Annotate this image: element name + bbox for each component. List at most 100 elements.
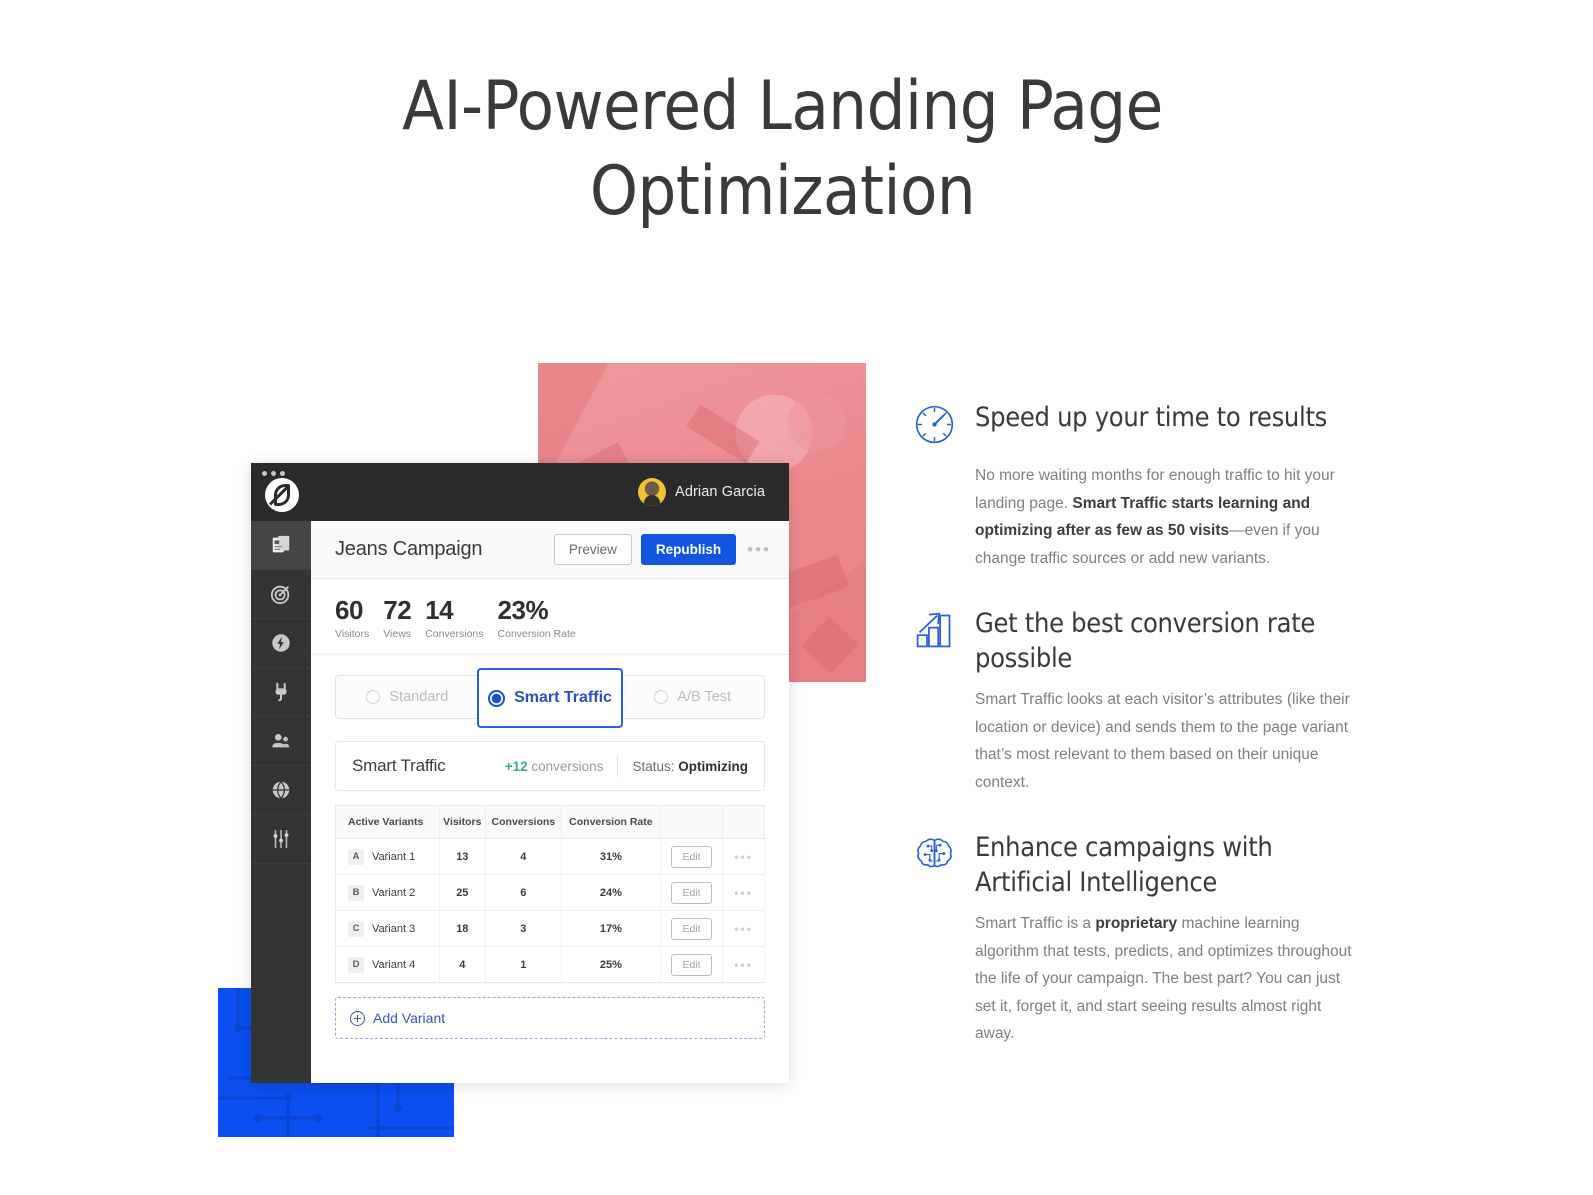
edit-button[interactable]: Edit: [671, 881, 712, 904]
unbounce-logo-icon: [265, 478, 299, 512]
app-body: Jeans Campaign Preview Republish ••• 60 …: [251, 521, 789, 1083]
table-row[interactable]: D Variant 4 4 1 25% Edit •••: [335, 946, 765, 983]
user-name: Adrian Garcia: [675, 484, 765, 500]
edit-cell: Edit: [660, 946, 723, 983]
conversions-cell: 3: [485, 910, 562, 947]
row-more-menu-icon[interactable]: •••: [734, 886, 753, 900]
visitors-cell: 13: [439, 838, 486, 875]
add-variant-label: Add Variant: [373, 1010, 446, 1026]
stat-label: Conversions: [425, 628, 484, 640]
radio-icon: [654, 690, 669, 704]
row-more-menu-icon[interactable]: •••: [734, 922, 753, 936]
mode-option-smart-traffic[interactable]: Smart Traffic: [476, 668, 624, 728]
conversions-delta: +12 conversions: [505, 759, 604, 774]
status-label: Status:: [632, 758, 675, 774]
visitors-cell: 18: [439, 910, 486, 947]
page-title: AI-Powered Landing Page Optimization: [0, 64, 1565, 234]
edit-button[interactable]: Edit: [671, 917, 712, 940]
campaign-more-menu-icon[interactable]: •••: [747, 540, 771, 560]
sidebar-item-domains[interactable]: [251, 766, 311, 815]
app-topbar: Adrian Garcia: [251, 463, 789, 521]
variant-badge: D: [348, 956, 364, 973]
feature-head: Speed up your time to results: [912, 400, 1362, 452]
feature-body-part-2: machine learning algorithm that tests, p…: [975, 915, 1352, 1042]
feature-body: Smart Traffic looks at each visitor’s at…: [975, 686, 1362, 796]
pages-icon: [272, 535, 290, 553]
feature-speed: Speed up your time to results No more wa…: [912, 400, 1362, 572]
mode-option-standard[interactable]: Standard: [336, 676, 479, 718]
feature-artificial-intelligence: Enhance campaigns with Artificial Intell…: [912, 830, 1362, 1048]
row-more-menu-icon[interactable]: •••: [734, 850, 753, 864]
mode-row: Standard Smart Traffic A/B Test: [311, 655, 789, 728]
stat-label: Conversion Rate: [497, 628, 576, 640]
conversions-cell: 1: [485, 946, 562, 983]
edit-button[interactable]: Edit: [671, 953, 712, 976]
conversions-cell: 4: [485, 838, 562, 875]
edit-button[interactable]: Edit: [671, 845, 712, 868]
page-title-line-1: AI-Powered Landing Page: [402, 67, 1163, 146]
feature-body: No more waiting months for enough traffi…: [975, 462, 1362, 572]
feature-body: Smart Traffic is a proprietary machine l…: [975, 910, 1362, 1048]
feature-title: Speed up your time to results: [975, 402, 1328, 433]
edit-cell: Edit: [660, 874, 723, 911]
users-icon: [272, 734, 290, 748]
features-list: Speed up your time to results No more wa…: [912, 400, 1362, 1082]
window-dots-icon: [262, 471, 285, 476]
smart-traffic-status-bar: Smart Traffic +12 conversions Status: Op…: [335, 741, 765, 791]
divider: [617, 755, 619, 777]
feature-head: Get the best conversion rate possible: [912, 606, 1362, 676]
variant-badge: B: [348, 884, 364, 901]
variants-table: Active Variants Visitors Conversions Con…: [335, 805, 765, 983]
column-conversion-rate: Conversion Rate: [561, 805, 662, 839]
sidebar-item-goals[interactable]: [251, 570, 311, 619]
sidebar-item-users[interactable]: [251, 717, 311, 766]
smart-traffic-name: Smart Traffic: [352, 756, 446, 775]
stat-value: 60: [335, 595, 363, 625]
feature-head: Enhance campaigns with Artificial Intell…: [912, 830, 1362, 900]
mode-option-ab-test[interactable]: A/B Test: [621, 676, 764, 718]
variant-cell: B Variant 2: [335, 874, 440, 911]
preview-button[interactable]: Preview: [553, 534, 632, 565]
stat-value: 72: [383, 595, 412, 625]
conversions-delta-value: +12: [504, 758, 528, 774]
target-icon: [270, 585, 290, 605]
rate-cell: 25%: [561, 946, 662, 983]
campaign-header: Jeans Campaign Preview Republish •••: [311, 521, 789, 579]
optimization-mode-group: Standard Smart Traffic A/B Test: [335, 668, 765, 728]
republish-button[interactable]: Republish: [640, 534, 737, 565]
column-more: [722, 805, 765, 839]
bolt-icon: [272, 634, 290, 652]
variant-badge: C: [348, 920, 364, 937]
variant-name: Variant 4: [372, 958, 416, 971]
row-more-menu-icon[interactable]: •••: [734, 958, 753, 972]
visitors-cell: 4: [439, 946, 486, 983]
variant-cell: A Variant 1: [335, 838, 440, 875]
variant-badge: A: [348, 848, 364, 865]
status-badge: Optimizing: [678, 758, 748, 774]
sidebar-item-pages[interactable]: [251, 521, 311, 570]
table-row[interactable]: C Variant 3 18 3 17% Edit •••: [335, 910, 765, 947]
user-chip[interactable]: Adrian Garcia: [638, 478, 765, 506]
feature-title: Get the best conversion rate possible: [975, 608, 1316, 674]
variant-name: Variant 3: [372, 922, 416, 935]
radio-selected-icon: [488, 689, 506, 707]
conversions-word: conversions: [531, 758, 604, 774]
column-edit: [660, 805, 723, 839]
mode-option-label: A/B Test: [677, 689, 732, 705]
page-root: AI-Powered Landing Page Optimization Adr…: [0, 0, 1593, 1195]
stat-views: 72 Views: [383, 595, 411, 640]
sidebar-item-speed[interactable]: [251, 619, 311, 668]
table-row[interactable]: A Variant 1 13 4 31% Edit •••: [335, 838, 765, 875]
more-cell: •••: [722, 874, 765, 911]
add-variant-button[interactable]: Add Variant: [335, 997, 765, 1039]
plus-circle-icon: [350, 1010, 365, 1026]
variant-cell: C Variant 3: [335, 910, 440, 947]
column-conversions: Conversions: [485, 805, 562, 839]
sidebar-item-integrations[interactable]: [251, 668, 311, 717]
variant-name: Variant 1: [372, 850, 416, 863]
table-row[interactable]: B Variant 2 25 6 24% Edit •••: [335, 874, 765, 911]
sliders-icon: [273, 829, 289, 849]
globe-icon: [272, 781, 290, 800]
sidebar-item-settings[interactable]: [251, 815, 311, 864]
more-cell: •••: [722, 910, 765, 947]
